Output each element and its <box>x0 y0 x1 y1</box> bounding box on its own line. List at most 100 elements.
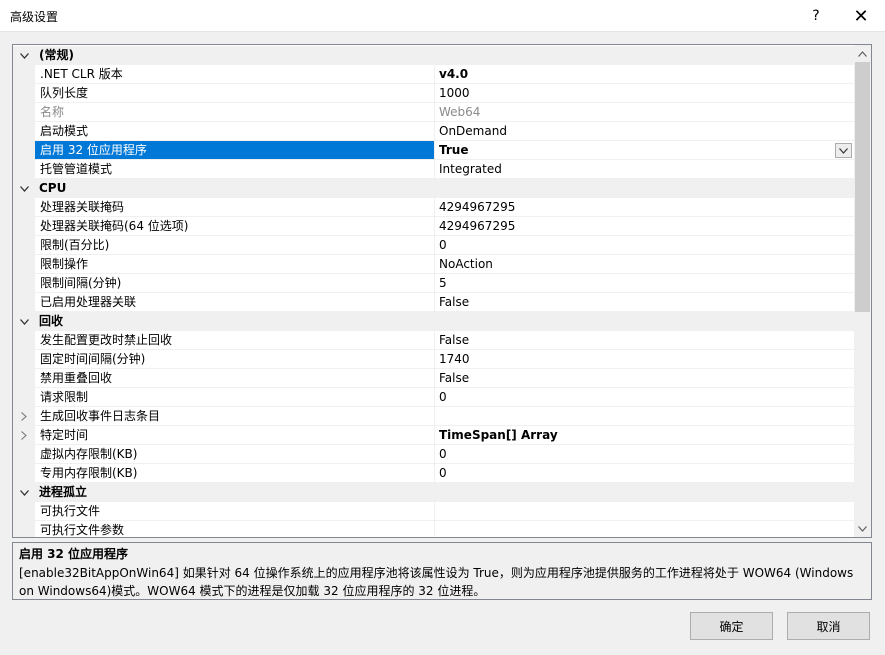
property-value[interactable]: 0 <box>435 236 854 255</box>
property-name: 可执行文件 <box>35 502 435 521</box>
property-row[interactable]: 禁用重叠回收 False <box>13 369 854 388</box>
property-row[interactable]: 请求限制 0 <box>13 388 854 407</box>
property-row[interactable]: 限制(百分比) 0 <box>13 236 854 255</box>
property-value[interactable]: v4.0 <box>435 65 854 84</box>
property-value[interactable]: Integrated <box>435 160 854 179</box>
property-row[interactable]: .NET CLR 版本 v4.0 <box>13 65 854 84</box>
row-gutter <box>13 445 35 464</box>
help-button[interactable]: ? <box>793 0 839 32</box>
property-value[interactable]: Web64 <box>435 103 854 122</box>
property-name: 处理器关联掩码 <box>35 198 435 217</box>
row-gutter[interactable] <box>13 483 35 502</box>
category-row[interactable]: CPU <box>13 179 854 198</box>
row-gutter <box>13 198 35 217</box>
property-row[interactable]: 发生配置更改时禁止回收 False <box>13 331 854 350</box>
property-row[interactable]: 生成回收事件日志条目 <box>13 407 854 426</box>
property-row[interactable]: 处理器关联掩码(64 位选项) 4294967295 <box>13 217 854 236</box>
vertical-scrollbar[interactable] <box>854 45 871 537</box>
property-value[interactable]: 4294967295 <box>435 217 854 236</box>
row-gutter <box>13 331 35 350</box>
chevron-down-icon <box>19 52 29 59</box>
chevron-down-icon <box>839 147 848 154</box>
property-value[interactable]: NoAction <box>435 255 854 274</box>
property-value[interactable]: False <box>435 369 854 388</box>
row-gutter <box>13 65 35 84</box>
property-value[interactable]: 0 <box>435 464 854 483</box>
row-gutter <box>13 350 35 369</box>
property-name: 特定时间 <box>35 426 435 445</box>
row-gutter <box>13 502 35 521</box>
property-row[interactable]: 已启用处理器关联 False <box>13 293 854 312</box>
property-value[interactable] <box>435 521 854 537</box>
property-name: 名称 <box>35 103 435 122</box>
property-value[interactable]: 1740 <box>435 350 854 369</box>
ok-button[interactable]: 确定 <box>690 612 773 640</box>
property-row[interactable]: 固定时间间隔(分钟) 1740 <box>13 350 854 369</box>
property-row[interactable]: 启动模式 OnDemand <box>13 122 854 141</box>
property-row[interactable]: 虚拟内存限制(KB) 0 <box>13 445 854 464</box>
property-grid: (常规) .NET CLR 版本 v4.0 队列长度 1000 名称 Web64 启动模式 On… <box>12 44 872 538</box>
cancel-button[interactable]: 取消 <box>787 612 870 640</box>
row-gutter <box>13 521 35 537</box>
property-value[interactable]: 1000 <box>435 84 854 103</box>
property-value[interactable]: False <box>435 331 854 350</box>
property-name: 虚拟内存限制(KB) <box>35 445 435 464</box>
property-value[interactable]: 0 <box>435 445 854 464</box>
property-value[interactable] <box>435 502 854 521</box>
close-button[interactable]: ✕ <box>838 0 884 32</box>
row-gutter[interactable] <box>13 407 35 426</box>
scroll-down-button[interactable] <box>854 520 871 537</box>
row-gutter[interactable] <box>13 46 35 65</box>
property-name: 生成回收事件日志条目 <box>35 407 435 426</box>
property-row[interactable]: 处理器关联掩码 4294967295 <box>13 198 854 217</box>
property-name: 已启用处理器关联 <box>35 293 435 312</box>
row-gutter[interactable] <box>13 179 35 198</box>
scroll-thumb[interactable] <box>855 62 870 312</box>
property-row[interactable]: 限制操作 NoAction <box>13 255 854 274</box>
category-row[interactable]: 进程孤立 <box>13 483 854 502</box>
chevron-right-icon <box>21 431 27 440</box>
property-row[interactable]: 启用 32 位应用程序 True <box>13 141 854 160</box>
dropdown-button[interactable] <box>835 143 852 158</box>
property-row[interactable]: 名称 Web64 <box>13 103 854 122</box>
property-value[interactable]: 0 <box>435 388 854 407</box>
property-value[interactable]: False <box>435 293 854 312</box>
property-value[interactable]: OnDemand <box>435 122 854 141</box>
row-gutter <box>13 274 35 293</box>
row-gutter <box>13 84 35 103</box>
property-value[interactable]: 5 <box>435 274 854 293</box>
property-value[interactable]: 4294967295 <box>435 198 854 217</box>
row-gutter <box>13 464 35 483</box>
row-gutter <box>13 141 35 160</box>
close-icon: ✕ <box>853 5 869 27</box>
category-label: 回收 <box>39 314 64 328</box>
row-gutter <box>13 388 35 407</box>
property-value[interactable] <box>435 407 854 426</box>
property-value[interactable]: True <box>435 141 854 160</box>
property-row[interactable]: 限制间隔(分钟) 5 <box>13 274 854 293</box>
row-gutter[interactable] <box>13 426 35 445</box>
property-name: .NET CLR 版本 <box>35 65 435 84</box>
property-row[interactable]: 可执行文件参数 <box>13 521 854 537</box>
property-row[interactable]: 队列长度 1000 <box>13 84 854 103</box>
row-gutter <box>13 369 35 388</box>
property-row[interactable]: 可执行文件 <box>13 502 854 521</box>
property-name: 启用 32 位应用程序 <box>35 141 435 160</box>
window-title: 高级设置 <box>10 10 59 24</box>
property-name: 处理器关联掩码(64 位选项) <box>35 217 435 236</box>
property-name: 队列长度 <box>35 84 435 103</box>
row-gutter <box>13 217 35 236</box>
row-gutter[interactable] <box>13 312 35 331</box>
property-name: 请求限制 <box>35 388 435 407</box>
property-name: 启动模式 <box>35 122 435 141</box>
property-value[interactable]: TimeSpan[] Array <box>435 426 854 445</box>
help-icon: ? <box>812 8 820 24</box>
scroll-up-button[interactable] <box>854 45 871 62</box>
category-row[interactable]: (常规) <box>13 46 854 65</box>
property-row[interactable]: 专用内存限制(KB) 0 <box>13 464 854 483</box>
property-row[interactable]: 特定时间 TimeSpan[] Array <box>13 426 854 445</box>
description-title: 启用 32 位应用程序 <box>19 547 129 561</box>
property-row[interactable]: 托管管道模式 Integrated <box>13 160 854 179</box>
category-row[interactable]: 回收 <box>13 312 854 331</box>
property-name: 禁用重叠回收 <box>35 369 435 388</box>
